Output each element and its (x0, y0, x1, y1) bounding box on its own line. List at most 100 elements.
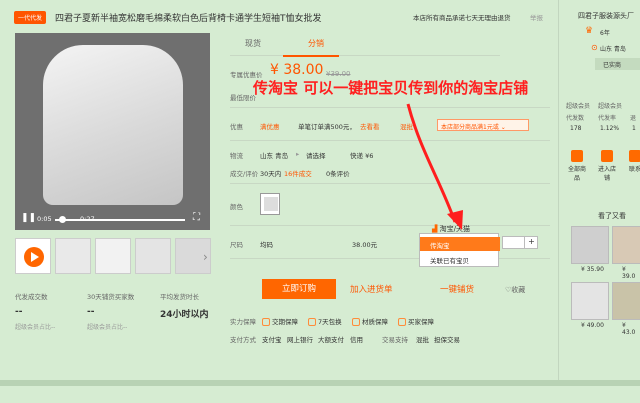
product-price: ¥ 49.00 (581, 322, 604, 329)
size-value: 均码 (260, 241, 273, 249)
product-price: ¥ 43.0 (622, 322, 636, 336)
stat-value: 24小时以内 (160, 310, 209, 320)
stat-item: 代发成交数 -- 超级会员占比-- (15, 291, 85, 331)
deals-count: 16件成交 (284, 170, 312, 178)
shop-stat-label: 超级会员 (598, 103, 623, 110)
promo-mix: 混批 (400, 123, 413, 131)
all-products-button[interactable]: 全部商品 (568, 150, 586, 182)
report-link[interactable]: 举报 (530, 12, 543, 22)
fullscreen-icon[interactable]: ⛶ (193, 212, 200, 223)
tab-indicator (283, 55, 339, 57)
tab-in-stock[interactable]: 现货 (245, 38, 261, 49)
video-thumbnail[interactable] (15, 238, 51, 274)
video-time-total: 0:27 (80, 215, 95, 223)
video-time-current: 0:05 (37, 215, 52, 223)
tab-distribution[interactable]: 分销 (308, 38, 324, 49)
video-progress-knob[interactable] (59, 216, 66, 223)
taobao-popup-menu: 传淘宝 关联已有宝贝 (419, 233, 500, 267)
promo-dropdown[interactable]: 本店部分商品满1元或 ⌄ (437, 119, 529, 131)
review-count[interactable]: 0条评价 (326, 168, 350, 178)
image-thumbnail[interactable] (95, 238, 131, 274)
recommended-product[interactable] (612, 226, 640, 264)
order-now-button[interactable]: 立即订购 (262, 279, 336, 299)
return-promise: 本店所有商品承诺七天无理由退货 (413, 14, 511, 22)
stat-value: -- (87, 307, 95, 317)
product-price: ¥ 35.90 (581, 266, 604, 273)
shop-stat-label: 超级会员 (566, 103, 591, 110)
pay-method: 支付宝 (262, 336, 282, 344)
recommended-product[interactable] (571, 226, 609, 264)
see-more-title: 看了又看 (598, 212, 626, 220)
link-existing-option[interactable]: 关联已有宝贝 (420, 252, 500, 266)
logistics-label: 物流 (230, 152, 243, 160)
divider (230, 140, 550, 141)
pay-label: 支付方式 (230, 336, 256, 344)
verified-badge: 已实商 (595, 58, 640, 70)
contact-button[interactable]: 联系 (626, 150, 640, 173)
image-thumbnail[interactable] (135, 238, 171, 274)
guarantee-text: 买家保障 (408, 318, 434, 326)
shop-actions: 全部商品 进入店铺 联系 (568, 150, 640, 190)
one-click-list-button[interactable]: 一键铺货 (440, 283, 474, 295)
divider (230, 107, 550, 108)
upload-to-taobao-option[interactable]: 传淘宝 (420, 237, 500, 251)
guarantee-item: 买家保障 (398, 316, 434, 326)
divider (230, 225, 550, 226)
trade-item: 担保交易 (434, 336, 460, 344)
guarantee-label: 实力保障 (230, 318, 256, 326)
plus-icon[interactable]: + (524, 236, 538, 249)
pay-method: 大额支付 (318, 336, 344, 344)
product-price: ¥ 39.0 (622, 266, 636, 280)
trade-item: 混批 (416, 336, 429, 344)
recommended-product[interactable] (612, 282, 640, 320)
guarantee-text: 7天包换 (318, 318, 342, 326)
promo-desc: 单笔订单满500元， (298, 123, 356, 131)
shop-stat-value: 1 (632, 125, 636, 132)
pay-method: 信用 (350, 336, 363, 344)
video-progress-bar[interactable] (55, 219, 185, 221)
promo-box-text: 本店部分商品满1元或 (441, 124, 499, 131)
divider (230, 183, 550, 184)
crown-icon: ♛ (585, 26, 594, 36)
stat-label: 代发成交数 (15, 293, 48, 301)
shop-location: 山东 青岛 (600, 46, 626, 53)
current-price: ¥ 38.00 (270, 62, 324, 78)
reviews-label: 成交/评价 (230, 170, 259, 178)
size-label: 尺码 (230, 241, 243, 249)
promo-label: 优惠 (230, 123, 243, 131)
shop-action-label: 进入店铺 (598, 166, 617, 182)
fav-label: 收藏 (511, 286, 526, 294)
stat-label: 30天铺货买家数 (87, 293, 135, 301)
chevron-right-icon[interactable]: › (203, 250, 208, 264)
taobao-icon: ▟ (432, 225, 438, 233)
shop-stat-label: 代发率 (598, 115, 617, 122)
video-controls[interactable]: ❚❚ 0:05 0:27 ⛶ (15, 211, 210, 230)
guarantee-icon (352, 318, 360, 326)
swatch-image (264, 197, 278, 211)
shop-name[interactable]: 四君子服装源头厂 (578, 11, 634, 21)
stat-sub: 超级会员占比-- (15, 324, 56, 331)
color-label: 颜色 (230, 203, 243, 211)
shirt-image (43, 45, 183, 205)
promo-more-link[interactable]: 去看看 (360, 121, 380, 131)
pay-method: 网上银行 (287, 336, 313, 344)
stat-item: 平均发货时长 24小时以内 (160, 291, 230, 320)
pause-icon[interactable]: ❚❚ (21, 213, 36, 223)
color-swatch-white[interactable] (260, 193, 280, 215)
shop-stat-label: 代发数 (566, 115, 585, 122)
ship-to-select[interactable]: 请选择 (306, 150, 326, 160)
deals-period: 30天内 (260, 170, 282, 178)
shop-stat-value: 178 (570, 125, 582, 132)
guarantee-item: 7天包换 (308, 316, 342, 326)
divider (230, 258, 550, 259)
favorite-button[interactable]: ♡收藏 (505, 285, 525, 295)
product-video[interactable]: ❚❚ 0:05 0:27 ⛶ (15, 33, 210, 230)
add-to-cart-button[interactable]: 加入进货单 (350, 283, 393, 295)
enter-shop-button[interactable]: 进入店铺 (598, 150, 616, 182)
shop-action-label: 联系 (628, 166, 640, 173)
trade-label: 交易支持 (382, 336, 408, 344)
recommended-product[interactable] (571, 282, 609, 320)
stats-row: 代发成交数 -- 超级会员占比-- 30天铺货买家数 -- 超级会员占比-- 平… (15, 291, 240, 336)
shop-icon (601, 150, 613, 162)
image-thumbnail[interactable] (55, 238, 91, 274)
